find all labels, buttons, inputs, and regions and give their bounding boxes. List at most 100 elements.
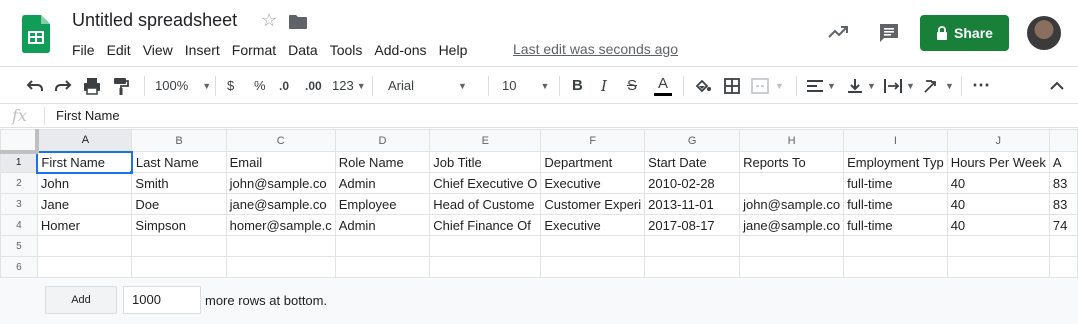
row-header[interactable]: 2: [0, 172, 38, 194]
column-header-i[interactable]: I: [843, 129, 948, 152]
cell[interactable]: full-time: [843, 172, 948, 194]
cell[interactable]: Jane: [36, 193, 133, 215]
cell[interactable]: Role Name: [334, 151, 431, 173]
cell[interactable]: [946, 256, 1050, 278]
cell[interactable]: john@sample.co: [739, 193, 845, 215]
cell[interactable]: homer@sample.c: [225, 214, 336, 236]
fill-handle[interactable]: [128, 169, 130, 171]
cell[interactable]: [946, 235, 1050, 257]
cell[interactable]: full-time: [843, 214, 948, 236]
column-header-g[interactable]: G: [644, 129, 741, 152]
percent-format-button[interactable]: %: [254, 67, 266, 104]
column-header-d[interactable]: D: [334, 129, 431, 152]
cell[interactable]: Last Name: [131, 151, 227, 173]
cell[interactable]: [739, 172, 845, 194]
borders-icon[interactable]: [724, 67, 740, 104]
cell[interactable]: [334, 235, 431, 257]
avatar[interactable]: [1027, 16, 1061, 50]
menu-tools[interactable]: Tools: [324, 40, 369, 60]
cell[interactable]: Executive: [540, 214, 646, 236]
cell[interactable]: Smith: [131, 172, 227, 194]
merge-cells-icon[interactable]: ▼: [751, 67, 784, 104]
cell[interactable]: Hours Per Week: [946, 151, 1050, 173]
text-rotation-icon[interactable]: ▼: [923, 67, 954, 104]
text-wrapping-icon[interactable]: ▼: [884, 67, 915, 104]
column-header-j[interactable]: J: [946, 129, 1050, 152]
cell[interactable]: Doe: [131, 193, 227, 215]
menu-file[interactable]: File: [66, 40, 101, 60]
cell[interactable]: Chief Finance Of: [429, 214, 542, 236]
share-button[interactable]: Share: [920, 15, 1009, 51]
cell[interactable]: 74: [1048, 214, 1078, 236]
cell[interactable]: Employee: [334, 193, 431, 215]
menu-addons[interactable]: Add-ons: [368, 40, 432, 60]
font-size-select[interactable]: 10 ▼: [502, 67, 549, 104]
zoom-select[interactable]: 100% ▼: [155, 67, 211, 104]
cell[interactable]: John: [36, 172, 133, 194]
column-header-k[interactable]: [1048, 129, 1078, 152]
row-header[interactable]: 3: [0, 193, 38, 215]
cell[interactable]: [131, 235, 227, 257]
row-header[interactable]: 4: [0, 214, 38, 236]
cell[interactable]: [1048, 256, 1078, 278]
cell[interactable]: [540, 256, 646, 278]
horizontal-align-icon[interactable]: ▼: [807, 67, 836, 104]
more-formats-select[interactable]: 123 ▼: [332, 67, 366, 104]
cell[interactable]: 40: [946, 193, 1050, 215]
column-header-h[interactable]: H: [739, 129, 845, 152]
collapse-toolbar-icon[interactable]: [1049, 78, 1065, 94]
column-header-c[interactable]: C: [225, 129, 336, 152]
cell[interactable]: Job Title: [429, 151, 542, 173]
cell[interactable]: [739, 256, 845, 278]
increase-decimal-button[interactable]: .00: [305, 67, 322, 104]
cell[interactable]: Head of Custome: [429, 193, 542, 215]
column-header-f[interactable]: F: [540, 129, 646, 152]
cell[interactable]: Executive: [540, 172, 646, 194]
sheets-logo-icon[interactable]: [22, 15, 50, 53]
currency-format-button[interactable]: $: [227, 67, 234, 104]
column-header-b[interactable]: B: [131, 129, 227, 152]
cell[interactable]: [1048, 235, 1078, 257]
cell[interactable]: [739, 235, 845, 257]
cell[interactable]: 40: [946, 214, 1050, 236]
cell[interactable]: Department: [540, 151, 646, 173]
cell[interactable]: [36, 235, 133, 257]
formula-input[interactable]: First Name: [56, 108, 120, 123]
cell[interactable]: Chief Executive O: [429, 172, 542, 194]
menu-format[interactable]: Format: [226, 40, 282, 60]
cell[interactable]: Simpson: [131, 214, 227, 236]
document-title[interactable]: Untitled spreadsheet: [72, 10, 237, 31]
cell[interactable]: 2013-11-01: [644, 193, 741, 215]
cell[interactable]: 83: [1048, 193, 1078, 215]
more-options-icon[interactable]: ⋯: [972, 67, 990, 104]
cell[interactable]: jane@sample.co: [739, 214, 845, 236]
undo-icon[interactable]: [25, 67, 45, 104]
redo-icon[interactable]: [53, 67, 73, 104]
menu-edit[interactable]: Edit: [101, 40, 137, 60]
cell[interactable]: Customer Experi: [540, 193, 646, 215]
cell[interactable]: [225, 256, 336, 278]
vertical-align-icon[interactable]: ▼: [847, 67, 876, 104]
cell[interactable]: A: [1048, 151, 1078, 173]
text-color-button[interactable]: A: [654, 67, 672, 104]
italic-button[interactable]: I: [601, 67, 607, 104]
cell[interactable]: [36, 256, 133, 278]
cell[interactable]: [429, 235, 542, 257]
cell[interactable]: [843, 235, 948, 257]
cell[interactable]: jane@sample.co: [225, 193, 336, 215]
menu-help[interactable]: Help: [433, 40, 474, 60]
cell[interactable]: 2017-08-17: [644, 214, 741, 236]
cell[interactable]: [540, 235, 646, 257]
cell[interactable]: Employment Typ: [843, 151, 948, 173]
cell[interactable]: 2010-02-28: [644, 172, 741, 194]
cell[interactable]: Email: [225, 151, 336, 173]
cell[interactable]: john@sample.co: [225, 172, 336, 194]
cell[interactable]: full-time: [843, 193, 948, 215]
fill-color-icon[interactable]: [694, 67, 712, 104]
menu-insert[interactable]: Insert: [179, 40, 226, 60]
cell[interactable]: 83: [1048, 172, 1078, 194]
cell[interactable]: [131, 256, 227, 278]
rows-count-input[interactable]: 1000: [123, 286, 201, 314]
cell[interactable]: Homer: [36, 214, 133, 236]
add-rows-button[interactable]: Add: [45, 286, 117, 314]
